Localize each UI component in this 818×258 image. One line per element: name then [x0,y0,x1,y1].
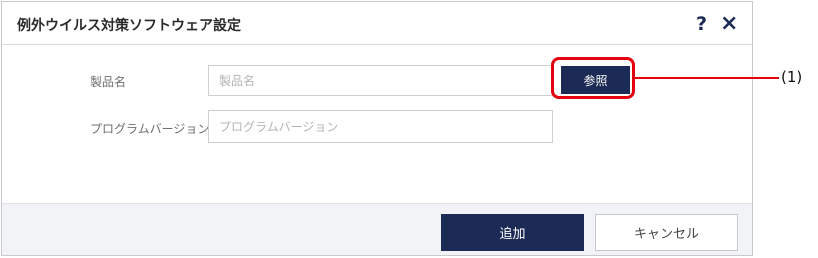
product-name-label: 製品名 [90,75,127,89]
browse-button[interactable]: 参照 [561,66,630,94]
close-icon[interactable]: × [720,11,738,36]
callout-label: (1) [781,68,803,86]
help-icon[interactable]: ? [696,13,707,35]
dialog-title: 例外ウイルス対策ソフトウェア設定 [17,18,241,34]
product-name-input[interactable] [208,65,553,96]
cancel-button[interactable]: キャンセル [595,214,738,251]
program-version-input[interactable] [208,110,553,143]
antivirus-exception-dialog: 例外ウイルス対策ソフトウェア設定 ? × 製品名 参照 プログラムバージョン 追… [1,1,753,256]
add-button[interactable]: 追加 [441,214,584,251]
program-version-label: プログラムバージョン [90,122,210,136]
callout-line [635,77,779,79]
dialog-header: 例外ウイルス対策ソフトウェア設定 ? × [2,2,752,45]
dialog-footer: 追加 キャンセル [2,203,752,255]
